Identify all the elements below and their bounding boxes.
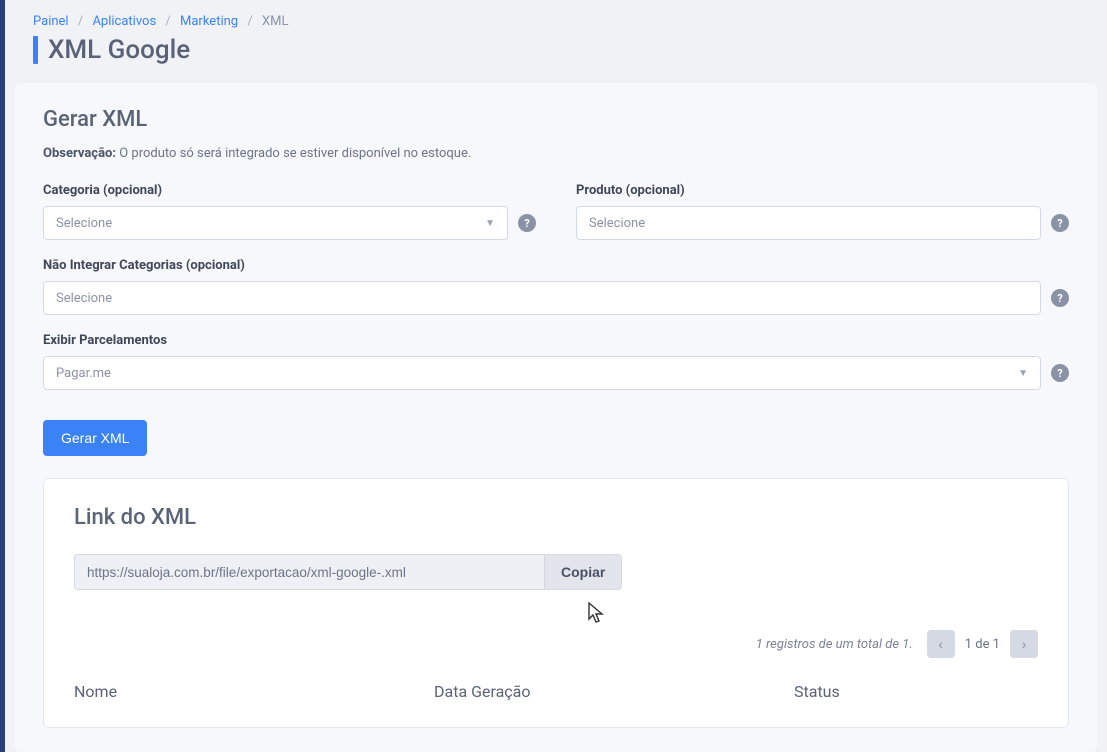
table-header-status: Status [794, 682, 1038, 701]
xml-url-input[interactable] [74, 554, 544, 590]
help-icon[interactable]: ? [518, 214, 536, 232]
pagination-prev-button[interactable]: ‹ [927, 630, 955, 658]
link-xml-title: Link do XML [74, 505, 1038, 530]
breadcrumb-link-aplicativos[interactable]: Aplicativos [92, 14, 156, 29]
nao-integrar-label: Não Integrar Categorias (opcional) [43, 258, 1069, 273]
breadcrumb-current: XML [262, 14, 289, 29]
categoria-select[interactable]: Selecione ▼ [43, 206, 508, 240]
produto-select[interactable]: Selecione [576, 206, 1041, 240]
pagination-page-label: 1 de 1 [965, 637, 1000, 652]
table-header-row: Nome Data Geração Status [74, 676, 1038, 701]
chevron-right-icon: › [1022, 636, 1027, 652]
help-icon[interactable]: ? [1051, 214, 1069, 232]
section-title-gerar-xml: Gerar XML [43, 107, 1069, 132]
parcelamentos-label: Exibir Parcelamentos [43, 333, 1069, 348]
observacao-text: Observação: O produto só será integrado … [43, 146, 1069, 161]
chevron-left-icon: ‹ [938, 636, 943, 652]
nao-integrar-select[interactable]: Selecione [43, 281, 1041, 315]
breadcrumb-link-marketing[interactable]: Marketing [180, 14, 238, 29]
breadcrumb-link-painel[interactable]: Painel [33, 14, 69, 29]
copiar-button[interactable]: Copiar [544, 554, 622, 590]
categoria-select-value: Selecione [56, 216, 112, 231]
breadcrumb-sep: / [165, 14, 170, 29]
pagination-summary: 1 registros de um total de 1. [756, 637, 913, 652]
gerar-xml-button[interactable]: Gerar XML [43, 420, 147, 456]
observacao-body: O produto só será integrado se estiver d… [119, 146, 471, 161]
produto-label: Produto (opcional) [576, 183, 1069, 198]
table-header-nome: Nome [74, 682, 434, 701]
help-icon[interactable]: ? [1051, 364, 1069, 382]
parcelamentos-select-value: Pagar.me [56, 366, 111, 381]
breadcrumb-sep: / [247, 14, 252, 29]
produto-select-value: Selecione [589, 216, 645, 231]
title-accent-bar [33, 36, 38, 64]
pagination-next-button[interactable]: › [1010, 630, 1038, 658]
page-title: XML Google [48, 35, 190, 65]
breadcrumb: Painel / Aplicativos / Marketing / XML [5, 14, 1107, 35]
breadcrumb-sep: / [78, 14, 83, 29]
chevron-down-icon: ▼ [1018, 368, 1028, 379]
categoria-label: Categoria (opcional) [43, 183, 536, 198]
table-header-data: Data Geração [434, 682, 794, 701]
nao-integrar-select-value: Selecione [56, 291, 112, 306]
help-icon[interactable]: ? [1051, 289, 1069, 307]
chevron-down-icon: ▼ [485, 218, 495, 229]
parcelamentos-select[interactable]: Pagar.me ▼ [43, 356, 1041, 390]
observacao-label: Observação: [43, 146, 116, 161]
